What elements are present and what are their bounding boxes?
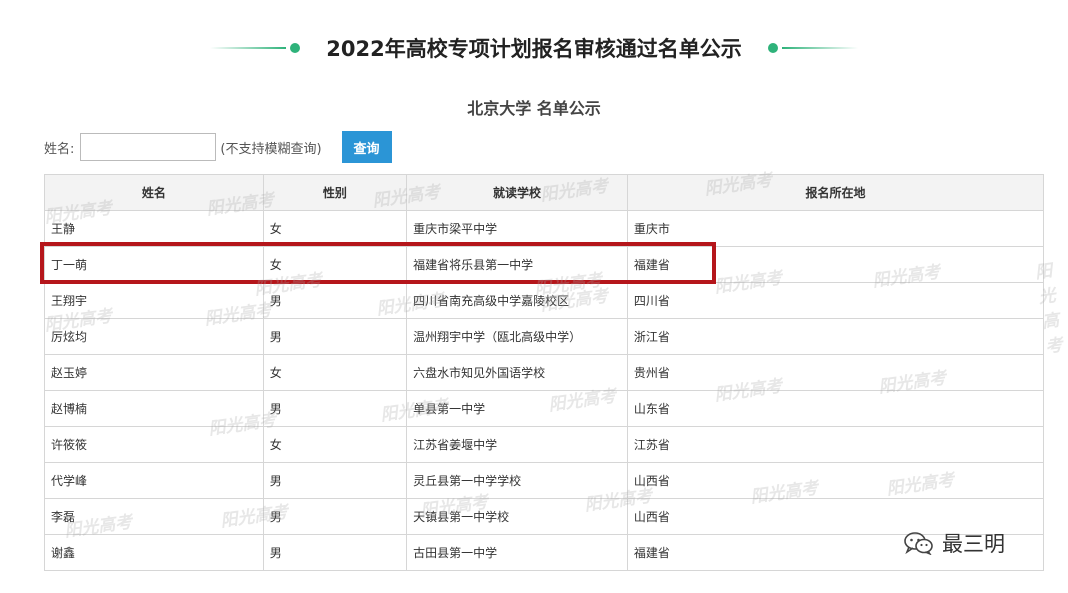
cell-location: 四川省: [626, 282, 1045, 319]
cell-name: 丁一萌: [44, 246, 264, 283]
cell-school: 江苏省姜堰中学: [406, 426, 628, 463]
search-bar: 姓名: (不支持模糊查询) 查询: [44, 131, 392, 163]
cell-school: 天镇县第一中学校: [406, 498, 628, 535]
table-row: 赵玉婷女六盘水市知见外国语学校 贵州省: [44, 354, 1045, 391]
decoration-dot: [767, 43, 778, 53]
cell-name: 赵博楠: [44, 390, 264, 427]
wechat-icon: [904, 532, 933, 555]
search-button[interactable]: 查询: [341, 131, 392, 163]
title-decoration-left: [210, 43, 304, 53]
search-hint: (不支持模糊查询): [220, 141, 322, 157]
table-row: 谢鑫男古田县第一中学 福建省: [44, 534, 1045, 571]
cell-name: 赵玉婷: [44, 354, 264, 391]
cell-gender: 女: [262, 210, 408, 247]
cell-name: 谢鑫: [44, 534, 264, 571]
title-decoration-right: [764, 43, 858, 53]
cell-gender: 男: [262, 282, 408, 319]
cell-gender: 男: [262, 390, 408, 427]
cell-school: 福建省将乐县第一中学: [406, 246, 628, 283]
table-body: 王静女重庆市梁平中学 重庆市 丁一萌女福建省将乐县第一中学 福建省 王翔宇男四川省南充高…: [44, 210, 1045, 571]
cell-location: 山西省: [626, 462, 1045, 499]
cell-location: 重庆市: [626, 210, 1045, 247]
cell-location: 浙江省: [626, 318, 1045, 355]
search-label: 姓名:: [44, 141, 75, 157]
cell-name: 许筱筱: [44, 426, 264, 463]
cell-name: 王静: [44, 210, 264, 247]
cell-school: 重庆市梁平中学: [406, 210, 628, 247]
cell-school: 温州翔宇中学（瓯北高级中学）: [406, 318, 628, 355]
cell-name: 厉炫均: [44, 318, 264, 355]
title-row: 2022年高校专项计划报名审核通过名单公示: [0, 30, 1068, 66]
table-row: 赵博楠男单县第一中学 山东省: [44, 390, 1045, 427]
cell-school: 古田县第一中学: [406, 534, 628, 571]
column-header-gender: 性别: [262, 174, 408, 211]
decoration-line: [781, 47, 858, 49]
table-row: 王静女重庆市梁平中学 重庆市: [44, 210, 1045, 247]
table-header-row: 姓名 性别 就读学校 报名所在地: [44, 174, 1045, 211]
results-table: 姓名 性别 就读学校 报名所在地 王静女重庆市梁平中学 重庆市 丁一萌女福建省将乐县…: [44, 174, 1045, 571]
cell-school: 四川省南充高级中学嘉陵校区: [406, 282, 628, 319]
subtitle: 北京大学 名单公示: [467, 99, 601, 118]
cell-school: 单县第一中学: [406, 390, 628, 427]
decoration-dot: [290, 43, 301, 53]
page-title: 2022年高校专项计划报名审核通过名单公示: [326, 37, 742, 61]
cell-school: 灵丘县第一中学学校: [406, 462, 628, 499]
cell-school: 六盘水市知见外国语学校: [406, 354, 628, 391]
table-row: 丁一萌女福建省将乐县第一中学 福建省: [44, 246, 1045, 283]
cell-gender: 男: [262, 534, 408, 571]
cell-location: 贵州省: [626, 354, 1045, 391]
decoration-line: [210, 47, 287, 49]
table-row: 许筱筱女江苏省姜堰中学 江苏省: [44, 426, 1045, 463]
table-row: 王翔宇男四川省南充高级中学嘉陵校区 四川省: [44, 282, 1045, 319]
cell-gender: 女: [262, 246, 408, 283]
cell-location: 福建省: [626, 246, 1045, 283]
brand-name: 最三明: [942, 532, 1005, 556]
cell-gender: 女: [262, 354, 408, 391]
cell-location: 江苏省: [626, 426, 1045, 463]
table-row: 李磊男天镇县第一中学校 山西省: [44, 498, 1045, 535]
name-search-input[interactable]: [80, 133, 217, 161]
cell-name: 代学峰: [44, 462, 264, 499]
cell-name: 李磊: [44, 498, 264, 535]
cell-gender: 男: [262, 462, 408, 499]
column-header-location: 报名所在地: [626, 174, 1045, 211]
cell-gender: 男: [262, 318, 408, 355]
column-header-school: 就读学校: [406, 174, 628, 211]
cell-gender: 女: [262, 426, 408, 463]
brand-signature: 最三明: [904, 528, 1005, 558]
cell-name: 王翔宇: [44, 282, 264, 319]
cell-gender: 男: [262, 498, 408, 535]
table-row: 代学峰男灵丘县第一中学学校 山西省: [44, 462, 1045, 499]
table-row: 厉炫均男温州翔宇中学（瓯北高级中学） 浙江省: [44, 318, 1045, 355]
column-header-name: 姓名: [44, 174, 264, 211]
cell-location: 山东省: [626, 390, 1045, 427]
